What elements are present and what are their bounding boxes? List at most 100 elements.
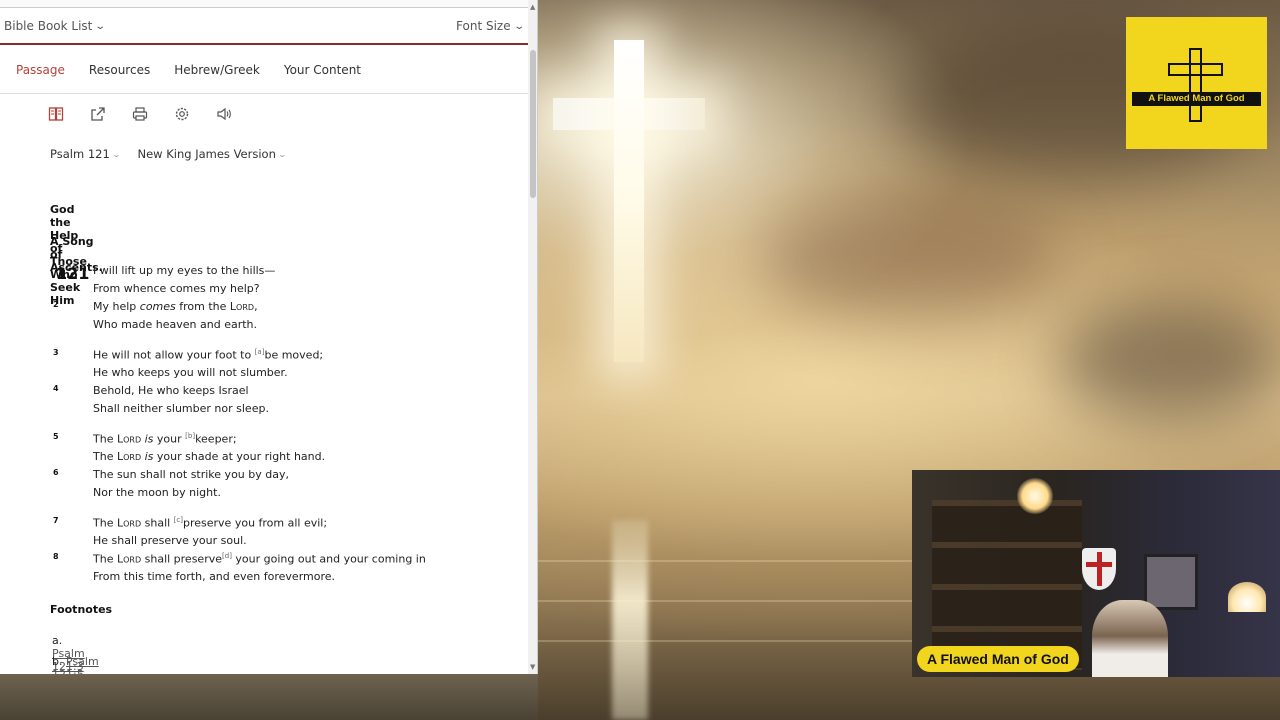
tab-your-content[interactable]: Your Content xyxy=(268,63,361,77)
tab-hebrew-greek[interactable]: Hebrew/Greek xyxy=(158,63,260,77)
footnote-item: b. Psalm 121:5 protector xyxy=(52,655,103,674)
verse-line: The Lord shall [c]preserve you from all … xyxy=(93,516,327,530)
cross-icon xyxy=(1168,63,1223,76)
verse-number: 5 xyxy=(53,432,59,441)
verse-number: 4 xyxy=(53,384,59,393)
verse-line: Who made heaven and earth. xyxy=(93,318,258,331)
verse-line: From this time forth, and even forevermo… xyxy=(93,570,336,583)
tab-passage[interactable]: Passage xyxy=(0,63,65,77)
verse-text: keeper; xyxy=(195,432,237,446)
verse-text: from the xyxy=(175,300,230,313)
footnote-ref-d[interactable]: [d] xyxy=(222,552,232,560)
webcam-lamp xyxy=(1017,478,1053,514)
verse-number: 8 xyxy=(53,552,59,561)
book-bar: Bible Book List ⌄ Font Size ⌄ xyxy=(0,8,528,45)
verse-line: He shall preserve your soul. xyxy=(93,534,247,547)
verse-text-italic: is xyxy=(141,450,154,463)
font-size-label: Font Size xyxy=(456,19,511,33)
glowing-cross-icon xyxy=(614,40,644,362)
verse-line: I will lift up my eyes to the hills— xyxy=(93,264,276,277)
verse-text: your going out and your coming in xyxy=(231,552,426,566)
verse-line: The Lord is your shade at your right han… xyxy=(93,450,325,463)
verse-text: shall xyxy=(141,516,174,530)
footnote-ref-c[interactable]: [c] xyxy=(174,516,183,524)
background-strip xyxy=(0,674,538,720)
print-icon[interactable] xyxy=(132,106,148,122)
tab-bar: Passage Resources Hebrew/Greek Your Cont… xyxy=(0,47,528,94)
footnote-letter: a. xyxy=(52,634,63,647)
verse-line: My help comes from the Lord, xyxy=(93,300,258,313)
footnotes-heading: Footnotes xyxy=(50,603,113,616)
verse-text: The xyxy=(93,432,117,446)
water-reflection xyxy=(612,520,648,720)
verse-line: The Lord shall preserve[d] your going ou… xyxy=(93,552,426,566)
passage-tools xyxy=(48,106,232,122)
webcam-feed: A Flawed Man of God xyxy=(912,470,1280,677)
scroll-up-arrow-icon[interactable]: ▲ xyxy=(530,3,535,11)
webcam-name-label: A Flawed Man of God xyxy=(917,646,1079,672)
verse-text: your xyxy=(153,432,186,446)
verse-text: The xyxy=(93,450,117,463)
channel-logo: A Flawed Man of God xyxy=(1126,17,1267,149)
bible-browser-panel: Bible Book List ⌄ Font Size ⌄ Passage Re… xyxy=(0,0,538,674)
webcam-picture-frame xyxy=(1144,554,1198,610)
verse-text-italic: comes xyxy=(139,300,176,313)
bible-book-list-label: Bible Book List xyxy=(4,19,93,33)
verse-text-italic: is xyxy=(141,432,154,446)
top-bar-edge xyxy=(0,0,528,8)
webcam-pendant-light xyxy=(1228,582,1266,612)
passage-selectors: Psalm 121 ⌄ New King James Version ⌄ xyxy=(50,147,287,161)
parallel-icon[interactable] xyxy=(48,106,64,122)
verse-text: The xyxy=(93,552,117,566)
verse-text: be moved; xyxy=(264,348,324,362)
verse-number: 7 xyxy=(53,516,59,525)
lord-small-caps: Lord xyxy=(116,450,142,463)
footnote-letter: b. xyxy=(52,655,63,668)
footnote-ref-b[interactable]: [b] xyxy=(185,432,195,440)
verse-line: He will not allow your foot to [a]be mov… xyxy=(93,348,323,362)
verse-text: , xyxy=(254,300,258,313)
scroll-down-arrow-icon[interactable]: ▼ xyxy=(530,663,535,671)
background-cloud xyxy=(760,200,1060,320)
font-size-dropdown[interactable]: Font Size ⌄ xyxy=(456,19,525,33)
lord-small-caps: Lord xyxy=(116,552,142,566)
verse-number: 3 xyxy=(53,348,59,357)
webcam-person xyxy=(1092,600,1168,677)
verse-text: preserve you from all evil; xyxy=(183,516,328,530)
chapter-number: 121 xyxy=(56,264,90,283)
bible-book-list-dropdown[interactable]: Bible Book List ⌄ xyxy=(4,19,107,33)
vertical-scrollbar[interactable]: ▲ ▼ xyxy=(528,0,537,674)
verse-line: From whence comes my help? xyxy=(93,282,260,295)
version-select[interactable]: New King James Version ⌄ xyxy=(137,147,287,161)
tab-resources[interactable]: Resources xyxy=(73,63,150,77)
verse-number: 6 xyxy=(53,468,59,477)
webcam-bookshelf xyxy=(932,500,1082,670)
verse-line: Nor the moon by night. xyxy=(93,486,221,499)
verse-text: your shade at your right hand. xyxy=(153,450,326,463)
share-icon[interactable] xyxy=(90,106,106,122)
verse-text: He will not allow your foot to xyxy=(93,348,255,362)
version-select-label: New King James Version xyxy=(137,147,276,161)
audio-icon[interactable] xyxy=(216,106,232,122)
verse-line: The Lord is your [b]keeper; xyxy=(93,432,237,446)
footnote-ref-a[interactable]: [a] xyxy=(255,348,265,356)
scrollbar-thumb[interactable] xyxy=(530,50,536,198)
passage-select[interactable]: Psalm 121 ⌄ xyxy=(50,147,121,161)
background-cloud xyxy=(1060,300,1280,420)
verse-text: The xyxy=(93,516,117,530)
shield-cross-icon xyxy=(1097,552,1102,586)
verse-number: 2 xyxy=(53,300,59,309)
settings-icon[interactable] xyxy=(174,106,190,122)
shield-cross-icon xyxy=(1086,562,1112,567)
verse-text: shall preserve xyxy=(141,552,223,566)
chevron-down-icon: ⌄ xyxy=(111,149,121,159)
logo-text: A Flawed Man of God xyxy=(1132,92,1261,106)
chevron-down-icon: ⌄ xyxy=(94,20,107,32)
cross-icon xyxy=(1189,48,1202,122)
lord-small-caps: Lord xyxy=(229,300,255,313)
lord-small-caps: Lord xyxy=(116,516,142,530)
chevron-down-icon: ⌄ xyxy=(277,149,287,159)
verse-line: Behold, He who keeps Israel xyxy=(93,384,249,397)
verse-line: Shall neither slumber nor sleep. xyxy=(93,402,269,415)
chevron-down-icon: ⌄ xyxy=(512,20,525,32)
